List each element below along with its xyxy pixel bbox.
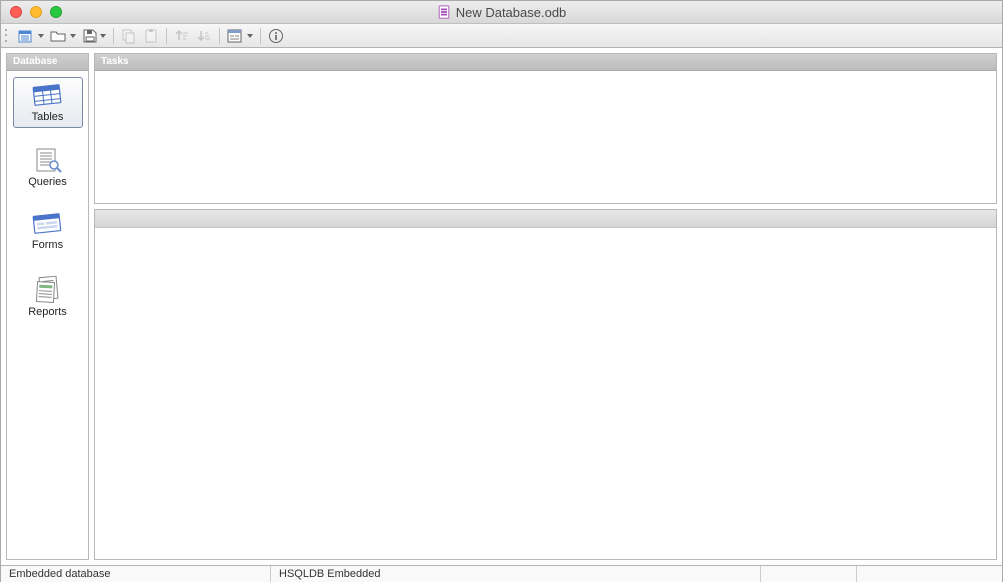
sort-desc-button[interactable]: [193, 26, 215, 46]
reports-icon: [33, 275, 63, 303]
status-spacer: [761, 566, 857, 582]
chevron-down-icon: [38, 34, 44, 38]
save-button[interactable]: [79, 26, 109, 46]
separator: [113, 28, 114, 44]
copy-button[interactable]: [118, 26, 140, 46]
toolbar: [1, 24, 1002, 48]
sidebar-item-label: Queries: [28, 176, 67, 188]
sidebar-items: Tables Queries: [7, 71, 88, 329]
sidebar-item-label: Tables: [32, 111, 64, 123]
form-icon: [227, 28, 245, 44]
paste-button[interactable]: [140, 26, 162, 46]
close-window-button[interactable]: [10, 6, 22, 18]
window-title-text: New Database.odb: [456, 5, 567, 20]
status-db-type: Embedded database: [1, 566, 271, 582]
sort-asc-button[interactable]: [171, 26, 193, 46]
open-button[interactable]: [47, 26, 79, 46]
form-button[interactable]: [224, 26, 256, 46]
help-button[interactable]: [265, 26, 287, 46]
status-right: [857, 566, 1002, 582]
sort-desc-icon: [197, 28, 211, 44]
toolbar-handle: [5, 28, 11, 44]
fullscreen-window-button[interactable]: [50, 6, 62, 18]
status-db-engine: HSQLDB Embedded: [271, 566, 761, 582]
sidebar-item-label: Reports: [28, 306, 67, 318]
workspace: Database Tables: [1, 48, 1002, 565]
sidebar-item-label: Forms: [32, 239, 63, 251]
queries-icon: [33, 147, 63, 173]
sidebar-item-tables[interactable]: Tables: [13, 77, 83, 128]
chevron-down-icon: [100, 34, 106, 38]
sidebar-item-reports[interactable]: Reports: [13, 270, 83, 323]
statusbar: Embedded database HSQLDB Embedded: [1, 565, 1002, 582]
window-controls: [10, 6, 62, 18]
sidebar-header: Database: [7, 54, 88, 71]
forms-icon: [31, 212, 65, 236]
database-file-icon: [437, 5, 451, 19]
separator: [260, 28, 261, 44]
copy-icon: [121, 28, 137, 44]
titlebar: New Database.odb: [1, 1, 1002, 24]
sidebar: Database Tables: [6, 53, 89, 560]
tasks-header: Tasks: [95, 54, 996, 71]
list-body: [95, 228, 996, 559]
save-icon: [82, 28, 98, 44]
new-button[interactable]: [15, 26, 47, 46]
minimize-window-button[interactable]: [30, 6, 42, 18]
sort-asc-icon: [175, 28, 189, 44]
sidebar-item-forms[interactable]: Forms: [13, 207, 83, 256]
info-icon: [268, 28, 284, 44]
paste-icon: [143, 28, 159, 44]
separator: [219, 28, 220, 44]
folder-open-icon: [50, 28, 68, 44]
chevron-down-icon: [247, 34, 253, 38]
window-title: New Database.odb: [1, 5, 1002, 20]
new-icon: [18, 28, 36, 44]
tables-icon: [31, 82, 65, 108]
main-pane: Tasks: [94, 53, 997, 560]
sidebar-item-queries[interactable]: Queries: [13, 142, 83, 193]
tasks-body: [95, 71, 996, 203]
tasks-panel: Tasks: [94, 53, 997, 204]
chevron-down-icon: [70, 34, 76, 38]
list-header: [95, 210, 996, 228]
list-panel: [94, 209, 997, 560]
separator: [166, 28, 167, 44]
